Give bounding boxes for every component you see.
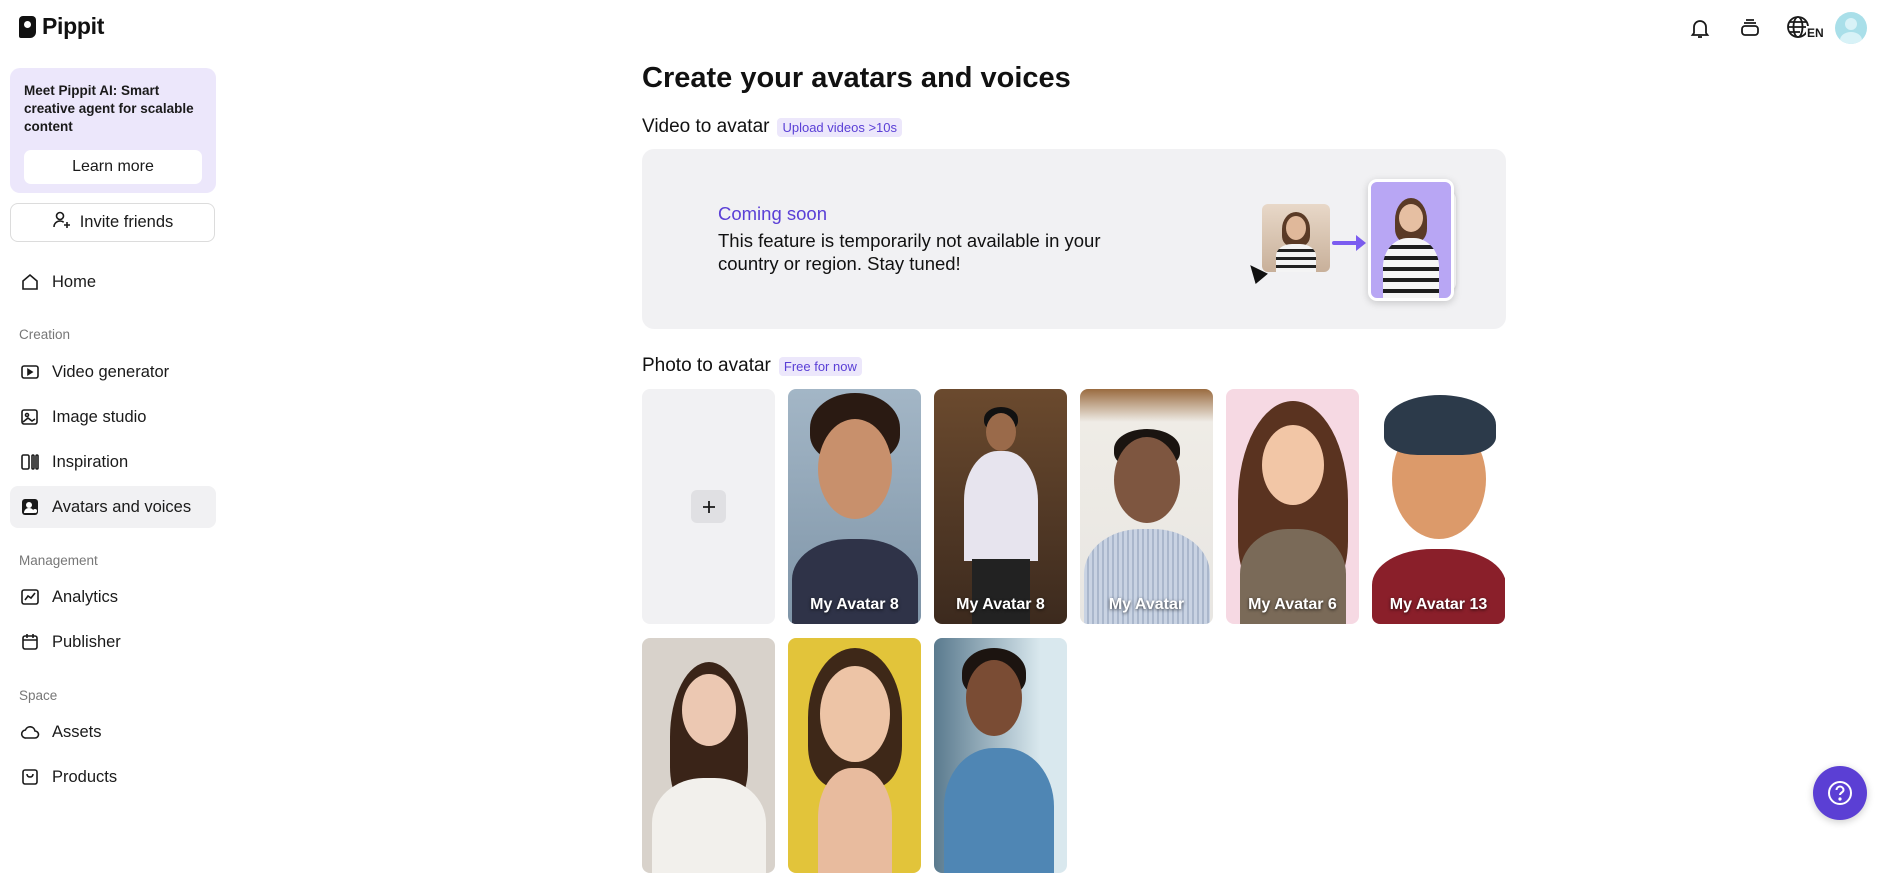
promo-text: Meet Pippit AI: Smart creative agent for… [24,83,194,134]
photo-to-avatar-title: Photo to avatar [642,355,771,376]
nav-item-publisher[interactable]: Publisher [10,621,216,663]
section-label-creation: Creation [19,327,71,342]
avatar-card[interactable]: My Avatar 6 [1226,389,1359,624]
avatar-card[interactable]: My Avatar 8 [934,389,1067,624]
photo-to-avatar-heading: Photo to avatar Free for now [642,355,862,377]
page-title: Create your avatars and voices [642,62,1071,94]
nav-item-inspiration[interactable]: Inspiration [10,441,216,483]
section-label-space: Space [19,688,58,703]
free-for-now-badge: Free for now [778,356,862,376]
brand-name: Pippit [42,13,105,39]
learn-more-button[interactable]: Learn more [24,150,202,184]
nav-item-avatars-and-voices[interactable]: Avatars and voices [10,486,216,528]
avatar-caption: My Avatar 13 [1389,596,1488,613]
home-icon [19,271,41,293]
video-plus-icon [19,361,41,383]
analytics-icon [19,586,41,608]
nav-label-image-studio: Image studio [52,407,147,426]
bag-icon [19,766,41,788]
nav-label-assets: Assets [52,722,102,741]
pippit-logo[interactable]: Pippit [19,13,104,40]
avatar-caption: My Avatar 8 [810,596,899,613]
sidebar: Pippit Meet Pippit AI: Smart creative ag… [0,0,226,841]
pippit-logo-icon [19,15,36,38]
nav-label-analytics: Analytics [52,587,119,606]
user-avatar[interactable] [1835,12,1867,44]
avatar-caption: My Avatar [1108,596,1185,613]
section-label-management: Management [19,553,98,568]
stack-icon[interactable] [1736,14,1764,42]
avatar-caption: My Avatar 6 [1248,596,1337,613]
nav-item-video-generator[interactable]: Video generator [10,351,216,393]
help-button[interactable] [1813,766,1867,820]
language-code: EN [1806,26,1825,40]
language-icon[interactable]: EN [1786,14,1825,42]
nav-item-home[interactable]: Home [10,261,216,303]
video-to-avatar-card: Coming soon This feature is temporarily … [642,149,1506,329]
nav-item-products[interactable]: Products [10,756,216,798]
nav-item-image-studio[interactable]: Image studio [10,396,216,438]
avatar-card[interactable]: My Avatar 8 [788,389,921,624]
source-photo-thumbnail [1262,204,1330,272]
bell-icon[interactable] [1686,14,1714,42]
cloud-icon [19,721,41,743]
avatar-card[interactable]: My Avatar [1080,389,1213,624]
avatar-card[interactable]: My Avatar 13 [1372,389,1505,624]
invite-friends-button[interactable]: Invite friends [10,203,215,242]
avatar-card[interactable] [788,638,921,873]
nav-item-analytics[interactable]: Analytics [10,576,216,618]
arrow-right-icon [1332,235,1366,251]
avatar-card[interactable] [642,638,775,873]
avatar-card[interactable] [934,638,1067,873]
nav-label-home: Home [52,272,97,291]
unavailable-notice: This feature is temporarily not availabl… [718,230,1101,274]
calendar-icon [19,631,41,653]
nav-label-publisher: Publisher [52,632,121,651]
avatar-caption: My Avatar 8 [956,596,1045,613]
generated-avatar-card [1368,179,1454,301]
video-to-avatar-illustration [1212,179,1482,309]
coming-soon-label: Coming soon [718,203,828,224]
video-to-avatar-title: Video to avatar [642,116,770,137]
nav-label-products: Products [52,767,118,786]
plus-icon[interactable] [691,490,726,523]
video-to-avatar-heading: Video to avatar Upload videos >10s [642,116,903,138]
question-icon [1828,781,1852,805]
nav-label-video-generator: Video generator [52,362,170,381]
upload-videos-badge: Upload videos >10s [777,117,903,137]
nav-label-inspiration: Inspiration [52,452,129,471]
image-edit-icon [19,406,41,428]
inspiration-icon [19,451,41,473]
invite-friends-label: Invite friends [79,213,174,231]
nav-label-avatars-and-voices: Avatars and voices [52,497,192,516]
promo-card: Meet Pippit AI: Smart creative agent for… [10,68,216,193]
add-avatar-tile[interactable] [642,389,775,624]
nav-item-assets[interactable]: Assets [10,711,216,753]
user-plus-icon [52,210,72,235]
avatar-icon [19,496,41,518]
